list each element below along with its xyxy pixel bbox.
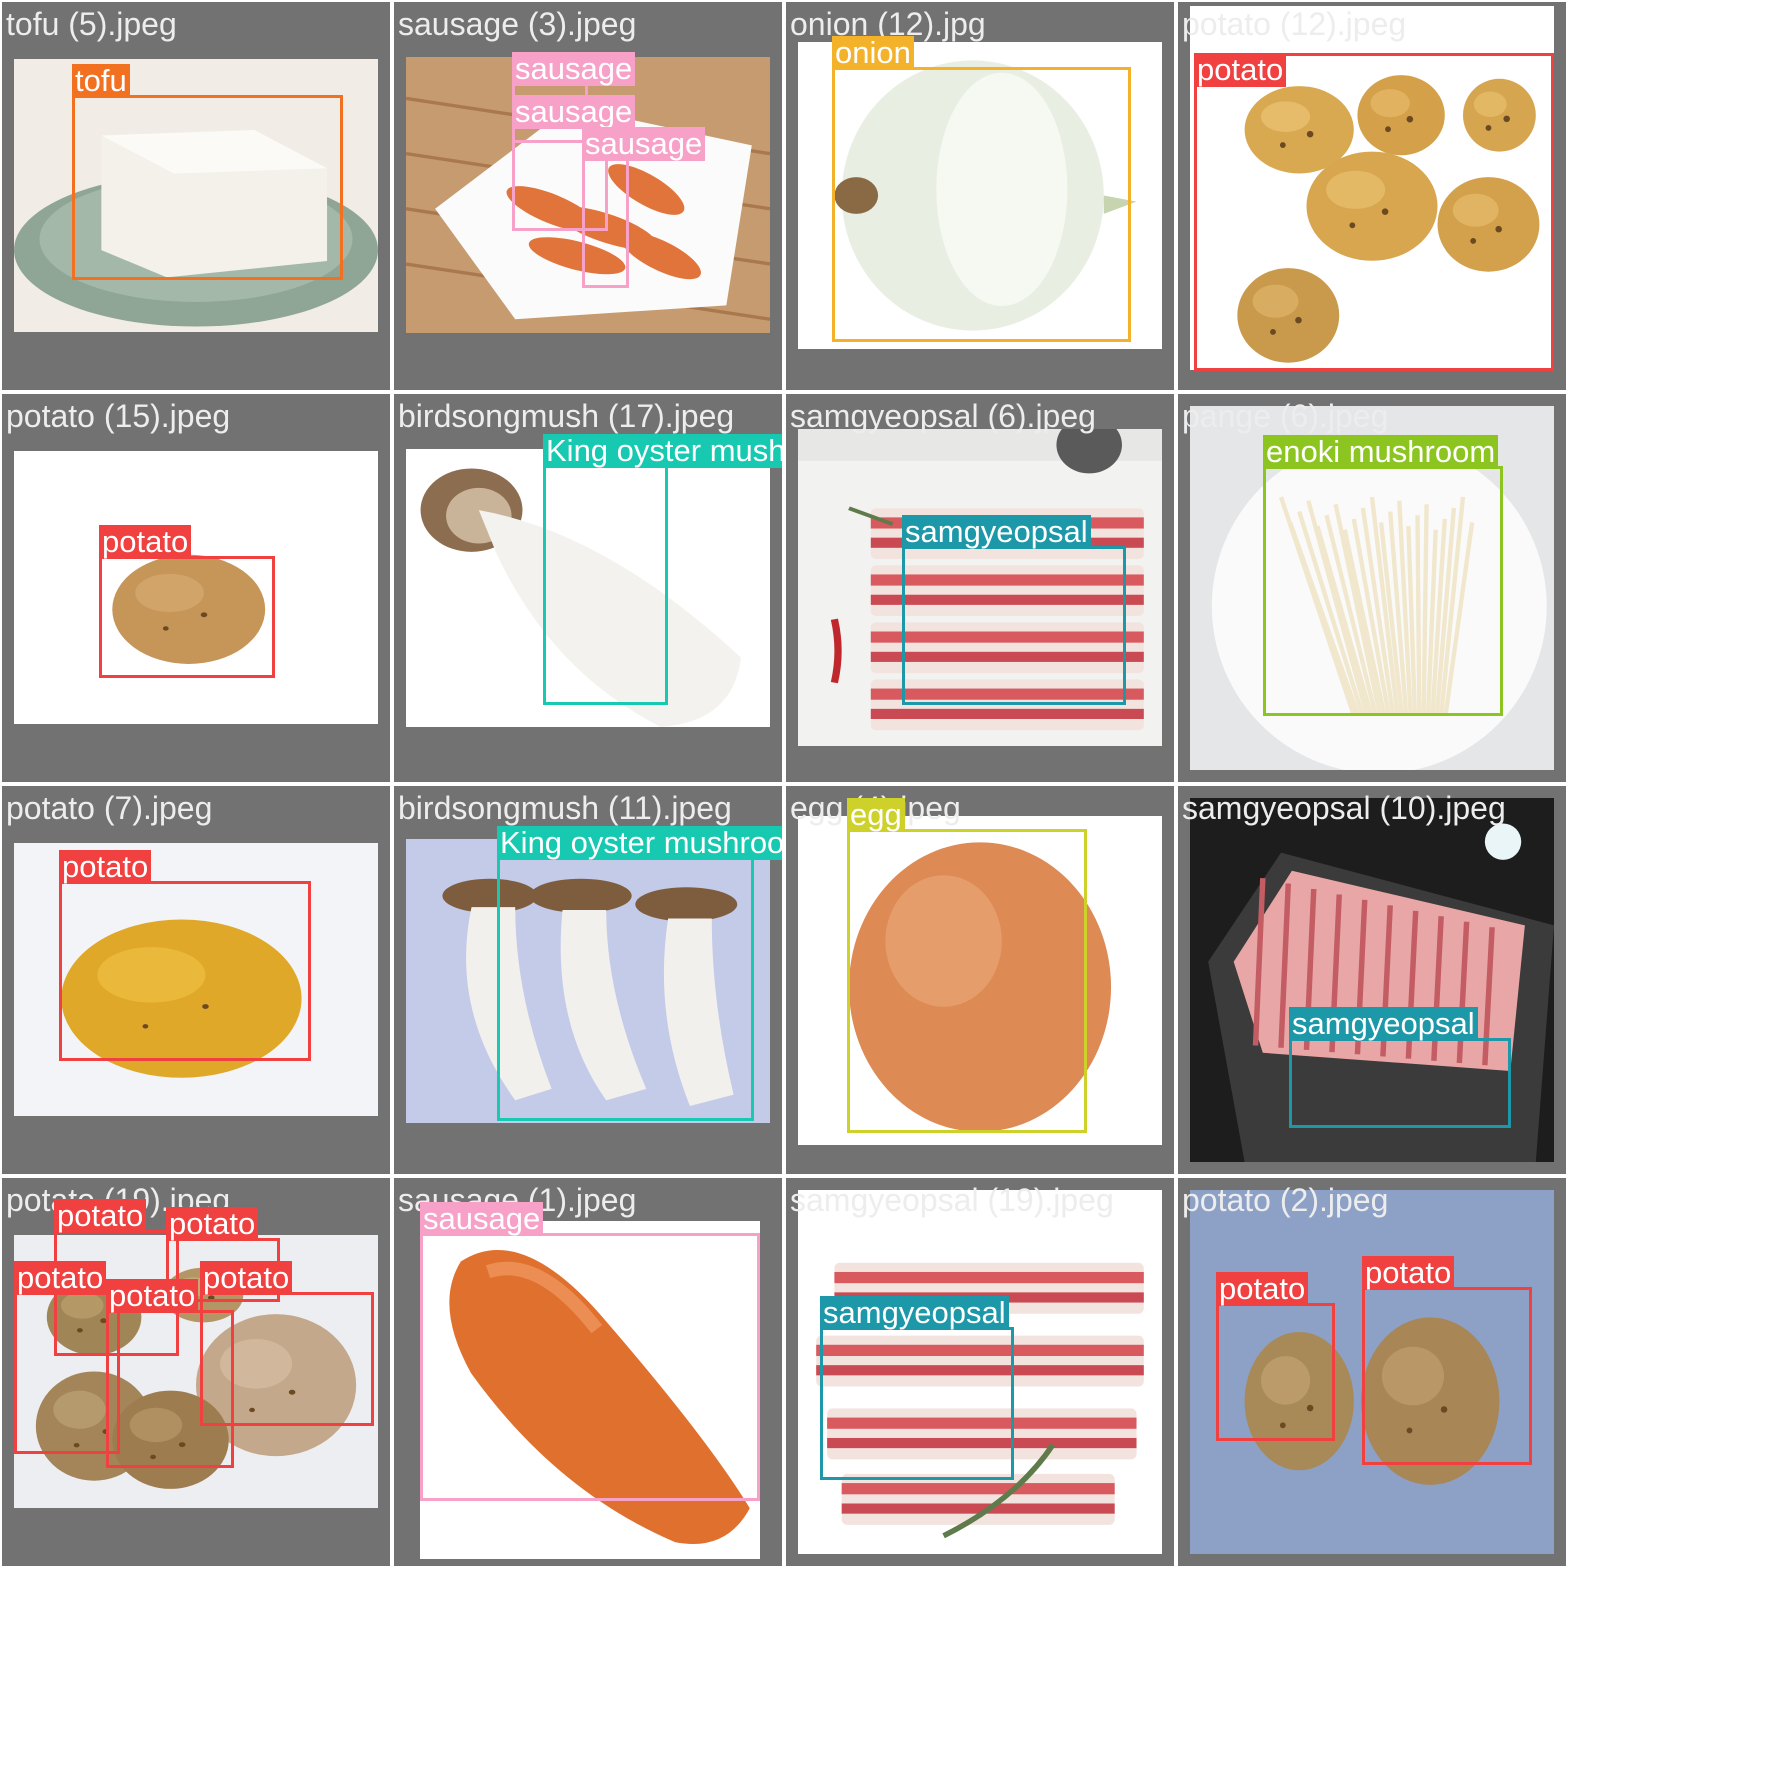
detection-box: potato [106,1279,234,1468]
image-filename: potato (12).jpeg [1182,6,1407,42]
detection-label: potato [54,1199,147,1233]
image-filename: potato (15).jpeg [6,398,231,434]
detection-label: potato [14,1261,107,1295]
result-cell: potato (7).jpeg potato [2,786,390,1174]
detection-box: King oyster mushroom [543,434,782,705]
result-cell: samgyeopsal (19).jpeg samgyeopsal [786,1178,1174,1566]
detection-label: King oyster mushroom [497,826,782,860]
result-cell: onion (12).jpg onion [786,2,1174,390]
detection-label: potato [59,850,152,884]
detection-label: enoki mushroom [1263,435,1499,469]
detection-box: potato [1216,1272,1335,1441]
detection-box: potato [14,1261,120,1454]
detection-box: potato [1194,53,1554,371]
detection-box: potato [1362,1256,1532,1465]
result-cell: sausage (3).jpeg sausage sausage sausage [394,2,782,390]
result-cell: potato (15).jpeg potato [2,394,390,782]
detection-results-grid: tofu (5).jpeg tofu sausage (3).jpeg sausage… [0,0,1792,1792]
detection-label: sausage [512,95,636,129]
detection-label: potato [200,1261,293,1295]
result-cell: potato (19).jpeg potato potato potato potato… [2,1178,390,1566]
detection-label: potato [99,525,192,559]
detection-label: samgyeopsal [902,515,1091,549]
detection-label: egg [847,798,905,832]
detection-label: potato [106,1279,199,1313]
detection-box: tofu [72,64,343,280]
result-cell: samgyeopsal (6).jpeg samgyeopsal [786,394,1174,782]
result-cell: birdsongmush (11).jpeg King oyster mushro… [394,786,782,1174]
result-cell: egg (4).jpeg egg [786,786,1174,1174]
result-cell: birdsongmush (17).jpegKing oyster mushro… [394,394,782,782]
detection-label: King oyster mushroom [543,434,782,468]
image-filename: birdsongmush (11).jpeg [398,790,732,826]
result-cell: sausage (1).jpeg sausage [394,1178,782,1566]
detection-label: onion [832,36,914,70]
image-filename: samgyeopsal (6).jpeg [790,398,1096,434]
image-filename: potato (7).jpeg [6,790,213,826]
image-filename: pange (6).jpeg [1182,398,1389,434]
result-cell: samgyeopsal (10).jpeg samgyeopsal [1178,786,1566,1174]
detection-label: potato [1362,1256,1455,1290]
result-cell: potato (12).jpeg potato [1178,2,1566,390]
image-filename: tofu (5).jpeg [6,6,177,42]
image-filename: potato (2).jpeg [1182,1182,1389,1218]
result-cell: tofu (5).jpeg tofu [2,2,390,390]
detection-box: samgyeopsal [902,515,1126,705]
detection-label: sausage [420,1202,544,1236]
detection-box: onion [832,36,1131,342]
image-filename: samgyeopsal (19).jpeg [790,1182,1114,1218]
detection-box: samgyeopsal [820,1296,1014,1480]
detection-label: sausage [512,52,636,86]
detection-box: sausage [420,1202,760,1501]
detection-label: potato [166,1207,259,1241]
detection-label: sausage [582,127,706,161]
detection-label: potato [1216,1272,1309,1306]
image-filename: samgyeopsal (10).jpeg [1182,790,1506,826]
detection-label: potato [1194,53,1287,87]
detection-box: King oyster mushroom [497,826,782,1121]
detection-label: samgyeopsal [820,1296,1009,1330]
image-filename: birdsongmush (17).jpeg [398,398,735,434]
detection-label: tofu [72,64,130,98]
detection-box: egg [847,798,1087,1133]
detection-label: samgyeopsal [1289,1007,1478,1041]
result-cell: pange (6).jpeg enoki mushroom [1178,394,1566,782]
detection-box: potato [59,850,311,1061]
detection-box: potato [99,525,275,678]
detection-box: sausage [582,127,706,288]
detection-box: enoki mushroom [1263,435,1503,716]
result-cell: potato (2).jpeg potato potato [1178,1178,1566,1566]
image-filename: sausage (3).jpeg [398,6,637,42]
detection-box: samgyeopsal [1289,1007,1511,1128]
